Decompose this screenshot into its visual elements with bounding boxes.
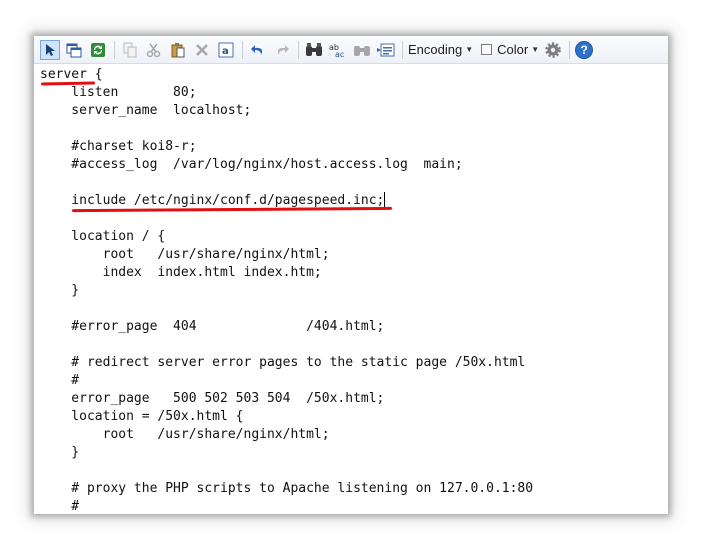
- select-icon[interactable]: [40, 39, 60, 60]
- encoding-dropdown[interactable]: Encoding ▼: [408, 40, 473, 60]
- toolbar-separator: [298, 40, 299, 59]
- find-icon[interactable]: [304, 40, 324, 60]
- code-line: root /usr/share/nginx/html;: [40, 427, 330, 442]
- editor-window: a ab ac Encoding ▼ Color ▼ ? server {li…: [34, 36, 668, 514]
- chevron-down-icon: ▼: [531, 45, 540, 54]
- color-dropdown[interactable]: Color ▼: [481, 40, 539, 60]
- code-line: error_page 500 502 503 504 /50x.html;: [40, 391, 385, 406]
- code-line: server_name localhost;: [40, 103, 252, 118]
- color-label: Color: [497, 42, 529, 57]
- toolbar: a ab ac Encoding ▼ Color ▼ ?: [34, 36, 668, 64]
- code-line: location / {: [40, 229, 166, 244]
- goto-icon[interactable]: [376, 40, 396, 60]
- code-line: #: [40, 373, 80, 388]
- help-button[interactable]: ?: [575, 40, 594, 59]
- color-checkbox[interactable]: [481, 44, 493, 55]
- chevron-down-icon: ▼: [465, 45, 474, 54]
- copy-icon[interactable]: [120, 40, 140, 60]
- new-window-icon[interactable]: [64, 40, 84, 60]
- refresh-icon[interactable]: [88, 40, 108, 60]
- code-line: listen 80;: [40, 85, 197, 100]
- toolbar-separator: [242, 40, 243, 59]
- code-line: #error_page 404 /404.html;: [40, 319, 385, 334]
- code-line: #charset koi8-r;: [40, 139, 197, 154]
- code-line: }: [40, 283, 80, 298]
- cut-icon[interactable]: [144, 40, 164, 60]
- svg-text:a: a: [222, 46, 229, 57]
- toolbar-separator: [402, 40, 403, 59]
- code-line: # redirect server error pages to the sta…: [40, 355, 526, 370]
- paste-icon[interactable]: [168, 40, 188, 60]
- find-next-icon[interactable]: [352, 40, 372, 60]
- code-line: }: [40, 445, 80, 460]
- gear-icon[interactable]: [543, 40, 563, 60]
- code-line: #access_log /var/log/nginx/host.access.l…: [40, 157, 463, 172]
- toolbar-separator: [114, 40, 115, 59]
- encoding-label: Encoding: [408, 42, 463, 57]
- code-line: index index.html index.htm;: [40, 265, 322, 280]
- redo-icon[interactable]: [272, 40, 292, 60]
- code-line: #: [40, 499, 80, 514]
- code-line: # proxy the PHP scripts to Apache listen…: [40, 481, 534, 496]
- code-editor[interactable]: server { listen 80; server_name localhos…: [40, 66, 668, 514]
- undo-icon[interactable]: [248, 40, 268, 60]
- code-line: root /usr/share/nginx/html;: [40, 247, 330, 262]
- select-all-icon[interactable]: a: [216, 40, 236, 60]
- replace-icon[interactable]: ab ac: [328, 40, 348, 60]
- code-lines: server { listen 80; server_name localhos…: [40, 66, 668, 514]
- code-line: server {: [40, 67, 103, 82]
- delete-icon[interactable]: [192, 40, 212, 60]
- toolbar-separator: [569, 40, 571, 59]
- text-cursor: [384, 192, 386, 207]
- svg-text:ac: ac: [335, 50, 344, 58]
- code-line: location = /50x.html {: [40, 409, 244, 424]
